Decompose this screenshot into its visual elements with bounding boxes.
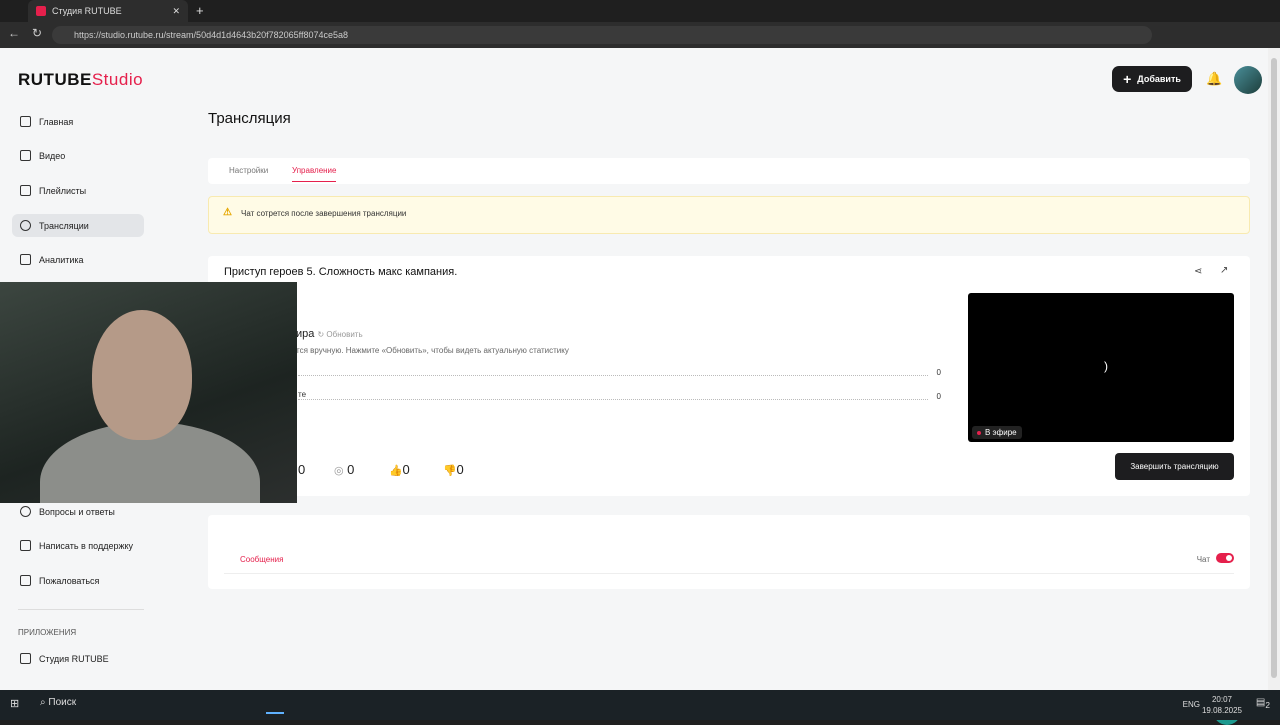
label: Написать в поддержку — [39, 540, 134, 551]
stream-preview-player[interactable]: ) В эфире — [968, 293, 1234, 442]
tabs: Настройки Управление — [208, 158, 1250, 184]
label: Трансляции — [39, 220, 89, 231]
tab-settings[interactable]: Настройки — [229, 166, 268, 175]
thumbs-down-icon: 👎 — [443, 465, 457, 477]
url-input[interactable]: https://studio.rutube.ru/stream/50d4d1d4… — [52, 26, 1152, 44]
question-icon — [20, 506, 31, 517]
label: Плейлисты — [39, 185, 87, 196]
stats-heading: ира ↻ Обновить — [296, 328, 363, 340]
tab-messages[interactable]: Сообщения — [240, 555, 283, 564]
label: Аналитика — [39, 254, 84, 265]
mail-icon — [20, 540, 31, 551]
sidebar-item-playlists[interactable]: Плейлисты — [12, 179, 144, 202]
tab-manage[interactable]: Управление — [292, 166, 337, 182]
sidebar-item-report[interactable]: Пожаловаться — [12, 569, 144, 592]
rutube-favicon — [36, 6, 46, 16]
refresh-button[interactable]: ↻ Обновить — [317, 330, 362, 339]
stream-card: Приступ героев 5. Сложность макс кампани… — [208, 256, 1250, 496]
divider — [18, 609, 144, 610]
app-icon — [20, 653, 31, 664]
video-icon — [20, 150, 31, 161]
label: Студия RUTUBE — [39, 653, 109, 664]
sidebar-item-qa[interactable]: Вопросы и ответы — [12, 500, 144, 523]
views-count: 0 — [298, 462, 306, 477]
home-icon — [20, 116, 31, 127]
viewers-count: ◎ 0 — [334, 462, 355, 477]
bell-icon[interactable]: 🔔 — [1206, 71, 1222, 87]
chat-toggle-label: Чат — [1196, 555, 1210, 564]
label: Главная — [39, 116, 74, 127]
browser-tab[interactable]: Студия RUTUBE ✕ — [28, 0, 188, 22]
label: Видео — [39, 150, 66, 161]
page-title: Трансляция — [208, 110, 291, 127]
analytics-icon — [20, 254, 31, 265]
viewer-icon: ◎ — [334, 465, 344, 477]
webcam-overlay — [0, 282, 297, 503]
warning-banner: ⚠ Чат сотрется после завершения трансляци… — [208, 196, 1250, 234]
sidebar-item-home[interactable]: Главная — [12, 110, 144, 133]
share-icon[interactable]: ⋖ — [1194, 266, 1202, 277]
page-scrollbar[interactable] — [1268, 48, 1280, 690]
add-button[interactable]: + Добавить — [1112, 66, 1192, 92]
reload-icon[interactable]: ↻ — [32, 26, 42, 40]
playlist-icon — [20, 185, 31, 196]
edge-browser-icon[interactable] — [266, 694, 284, 714]
chat-card: Сообщения Чат — [208, 515, 1250, 589]
person-head — [92, 310, 192, 440]
thumbs-up-icon: 👍 — [389, 465, 403, 477]
chat-toggle[interactable] — [1216, 553, 1234, 563]
taskbar: ⊞ ⌕ Поиск ENG 20:07 19.08.2025 ▤2 — [0, 690, 1280, 720]
taskbar-search[interactable]: ⌕ Поиск — [40, 697, 76, 708]
divider — [224, 573, 1234, 574]
notifications-icon[interactable]: ▤2 — [1256, 697, 1270, 710]
flag-icon — [20, 575, 31, 586]
close-tab-icon[interactable]: ✕ — [172, 6, 180, 17]
windows-start-icon[interactable]: ⊞ — [10, 697, 19, 710]
plus-icon: + — [1123, 71, 1132, 87]
sidebar-item-video[interactable]: Видео — [12, 144, 144, 167]
add-label: Добавить — [1137, 74, 1181, 84]
sidebar-item-streams[interactable]: Трансляции — [12, 214, 144, 237]
warning-text: Чат сотрется после завершения трансляции — [241, 209, 407, 218]
browser-tab-bar: Студия RUTUBE ✕ + — [0, 0, 1280, 22]
tab-title: Студия RUTUBE — [52, 6, 122, 16]
sidebar-item-studio-app[interactable]: Студия RUTUBE — [12, 647, 144, 670]
back-icon[interactable]: ← — [8, 26, 20, 40]
stream-title: Приступ героев 5. Сложность макс кампани… — [224, 266, 458, 278]
address-bar: ← ↻ https://studio.rutube.ru/stream/50d4… — [0, 22, 1280, 48]
external-link-icon[interactable]: ↗ — [1220, 265, 1228, 276]
sidebar-item-support[interactable]: Написать в поддержку — [12, 534, 144, 557]
dislikes-count: 👎0 — [443, 462, 464, 477]
clock[interactable]: 20:07 19.08.2025 — [1202, 694, 1242, 716]
avatar[interactable] — [1234, 66, 1262, 94]
language-indicator[interactable]: ENG — [1183, 700, 1200, 709]
likes-count: 👍0 — [389, 462, 410, 477]
loading-spinner-icon: ) — [1104, 359, 1108, 373]
broadcast-icon — [20, 220, 31, 231]
apps-heading: ПРИЛОЖЕНИЯ — [18, 628, 77, 637]
end-stream-button[interactable]: Завершить трансляцию — [1115, 453, 1234, 480]
stats-note: тся вручную. Нажмите «Обновить», чтобы в… — [296, 346, 569, 355]
logo[interactable]: RUTUBEStudio — [18, 70, 143, 90]
stat-row: те 0 — [298, 390, 941, 401]
warning-icon: ⚠ — [223, 207, 232, 218]
label: Вопросы и ответы — [39, 506, 115, 517]
live-badge: В эфире — [972, 426, 1022, 439]
label: Пожаловаться — [39, 575, 100, 586]
sidebar-item-analytics[interactable]: Аналитика — [12, 248, 144, 271]
new-tab-icon[interactable]: + — [196, 3, 204, 18]
stat-row: 0 — [298, 366, 941, 377]
